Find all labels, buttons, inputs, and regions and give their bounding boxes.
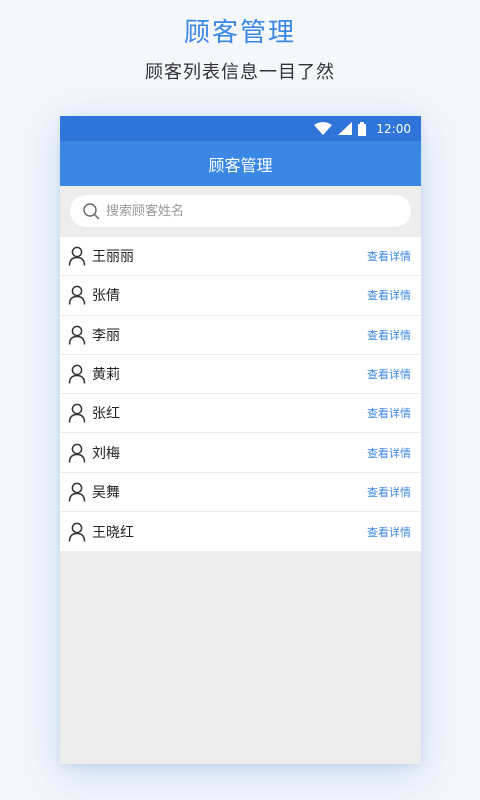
- view-details-link[interactable]: 查看详情: [367, 248, 411, 264]
- app-bar-title: 顾客管理: [208, 155, 273, 175]
- search-icon: [82, 202, 100, 220]
- person-icon: [68, 403, 86, 423]
- signal-icon: [338, 122, 353, 135]
- customer-name: 王晓红: [92, 524, 134, 541]
- customer-row[interactable]: 王晓红 查看详情: [60, 512, 421, 551]
- view-details-link[interactable]: 查看详情: [367, 445, 411, 461]
- customer-row[interactable]: 黄莉 查看详情: [60, 355, 421, 395]
- promo-title: 顾客管理: [183, 18, 296, 48]
- person-icon: [68, 482, 86, 502]
- customer-name: 刘梅: [92, 445, 120, 462]
- customer-list: 王丽丽 查看详情 张倩 查看详情 李丽 查看详情 黄莉 查看详情 张红 查看详情…: [60, 237, 421, 552]
- customer-name: 李丽: [92, 327, 120, 344]
- screenshot-page: 顾客管理 顾客列表信息一目了然 12:00 顾客管理 搜索顾客姓名 王丽丽 查看…: [0, 0, 480, 800]
- phone-screen: 12:00 顾客管理 王丽丽 查看详情: [60, 116, 421, 764]
- view-details-link[interactable]: 查看详情: [367, 366, 411, 382]
- view-details-link[interactable]: 查看详情: [367, 287, 411, 303]
- person-icon: [68, 443, 86, 463]
- customer-row[interactable]: 王丽丽 查看详情: [60, 237, 421, 277]
- battery-icon: [358, 121, 367, 136]
- customer-name: 黄莉: [92, 367, 120, 384]
- wifi-icon: [314, 122, 333, 135]
- person-icon: [68, 325, 86, 345]
- view-details-link[interactable]: 查看详情: [367, 524, 411, 540]
- customer-row[interactable]: 张红 查看详情: [60, 394, 421, 434]
- customer-name: 张红: [92, 406, 120, 423]
- app-bar: 顾客管理: [60, 141, 421, 186]
- view-details-link[interactable]: 查看详情: [367, 484, 411, 500]
- customer-name: 张倩: [92, 288, 120, 305]
- person-icon: [68, 285, 86, 305]
- view-details-link[interactable]: 查看详情: [367, 327, 411, 343]
- customer-row[interactable]: 刘梅 查看详情: [60, 433, 421, 473]
- person-icon: [68, 522, 86, 542]
- customer-row[interactable]: 李丽 查看详情: [60, 316, 421, 355]
- customer-name: 王丽丽: [92, 249, 134, 266]
- customer-name: 吴舞: [92, 484, 120, 501]
- person-icon: [68, 246, 86, 266]
- status-bar: 12:00: [60, 116, 421, 141]
- person-icon: [68, 364, 86, 384]
- status-time: 12:00: [376, 121, 411, 136]
- search-container: [60, 186, 421, 237]
- customer-row[interactable]: 吴舞 查看详情: [60, 473, 421, 513]
- view-details-link[interactable]: 查看详情: [367, 405, 411, 421]
- search-box[interactable]: [70, 195, 411, 227]
- search-input[interactable]: [106, 203, 366, 219]
- customer-row[interactable]: 张倩 查看详情: [60, 276, 421, 316]
- promo-subtitle: 顾客列表信息一目了然: [145, 62, 335, 83]
